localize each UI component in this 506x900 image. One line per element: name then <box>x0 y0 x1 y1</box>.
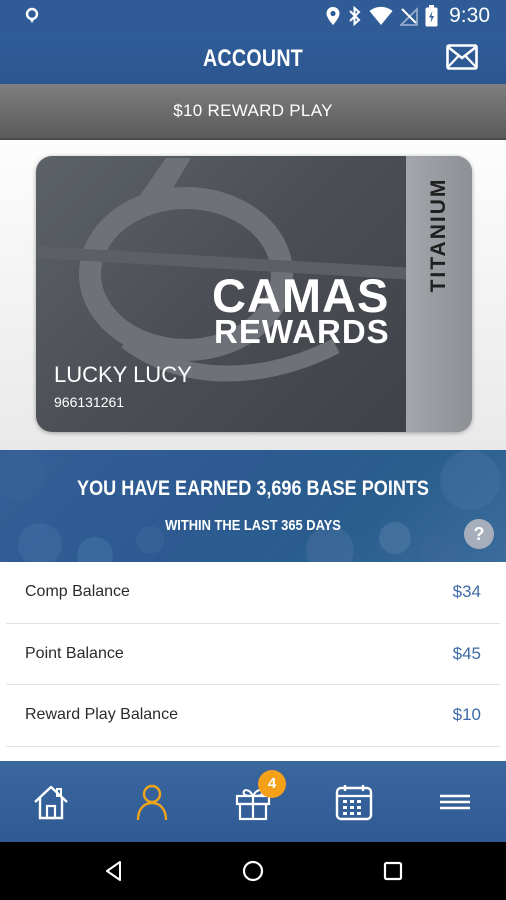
points-headline: YOU HAVE EARNED 3,696 BASE POINTS <box>77 477 429 500</box>
clock: 9:30 <box>449 4 490 27</box>
balance-row-comp: Comp Balance $34 <box>6 562 500 624</box>
bluetooth-icon <box>349 6 361 26</box>
recents-square-icon[interactable] <box>381 859 405 883</box>
app-header: ACCOUNT <box>0 32 506 84</box>
tab-account[interactable] <box>101 761 202 842</box>
points-subline: WITHIN THE LAST 365 DAYS <box>165 517 341 534</box>
promo-label: $10 REWARD PLAY <box>173 101 333 120</box>
points-banner: YOU HAVE EARNED 3,696 BASE POINTS WITHIN… <box>0 450 506 562</box>
tier-label-box: TITANIUM <box>426 176 452 296</box>
balance-value: $45 <box>452 643 481 663</box>
system-nav-bar <box>0 842 506 900</box>
rewards-card[interactable]: TITANIUM CAMAS REWARDS LUCKY LUCY 966131… <box>36 156 472 432</box>
home-circle-icon[interactable] <box>241 859 265 883</box>
page-title: ACCOUNT <box>202 45 304 72</box>
balance-label: Point Balance <box>25 644 124 662</box>
mail-icon[interactable] <box>446 44 478 70</box>
help-button[interactable]: ? <box>464 519 494 549</box>
balance-row-reward-play: Reward Play Balance $10 <box>6 685 500 747</box>
tab-home[interactable] <box>0 761 101 842</box>
tab-calendar[interactable] <box>303 761 404 842</box>
balance-value: $34 <box>452 582 481 601</box>
balance-label: Reward Play Balance <box>25 706 178 723</box>
status-bar: 9:30 <box>0 0 506 32</box>
wifi-icon <box>369 6 393 25</box>
member-number: 966131261 <box>54 394 125 410</box>
location-pin-icon <box>25 7 39 23</box>
balance-list: Comp Balance $34 Point Balance $45 Rewar… <box>0 562 506 747</box>
menu-icon <box>440 794 470 810</box>
person-icon <box>136 784 168 821</box>
promo-banner[interactable]: $10 REWARD PLAY <box>0 84 506 140</box>
banner-background-texture <box>0 450 500 562</box>
location-icon <box>326 7 340 25</box>
bottom-tab-bar: 4 <box>0 761 506 842</box>
tab-menu[interactable] <box>404 761 505 842</box>
calendar-icon <box>335 785 373 821</box>
balance-row-point: Point Balance $45 <box>6 624 500 685</box>
no-signal-icon <box>400 7 418 26</box>
balance-label: Comp Balance <box>25 583 130 600</box>
tab-offers[interactable]: 4 <box>202 761 303 842</box>
back-icon[interactable] <box>102 859 126 883</box>
battery-icon <box>425 5 438 27</box>
home-icon <box>34 785 68 820</box>
balance-value: $10 <box>452 705 481 724</box>
card-tier: TITANIUM <box>427 177 450 293</box>
offers-badge: 4 <box>258 770 286 798</box>
card-area: TITANIUM CAMAS REWARDS LUCKY LUCY 966131… <box>0 140 506 450</box>
brand-line-2: REWARDS <box>214 313 390 350</box>
member-name: LUCKY LUCY <box>54 362 192 387</box>
